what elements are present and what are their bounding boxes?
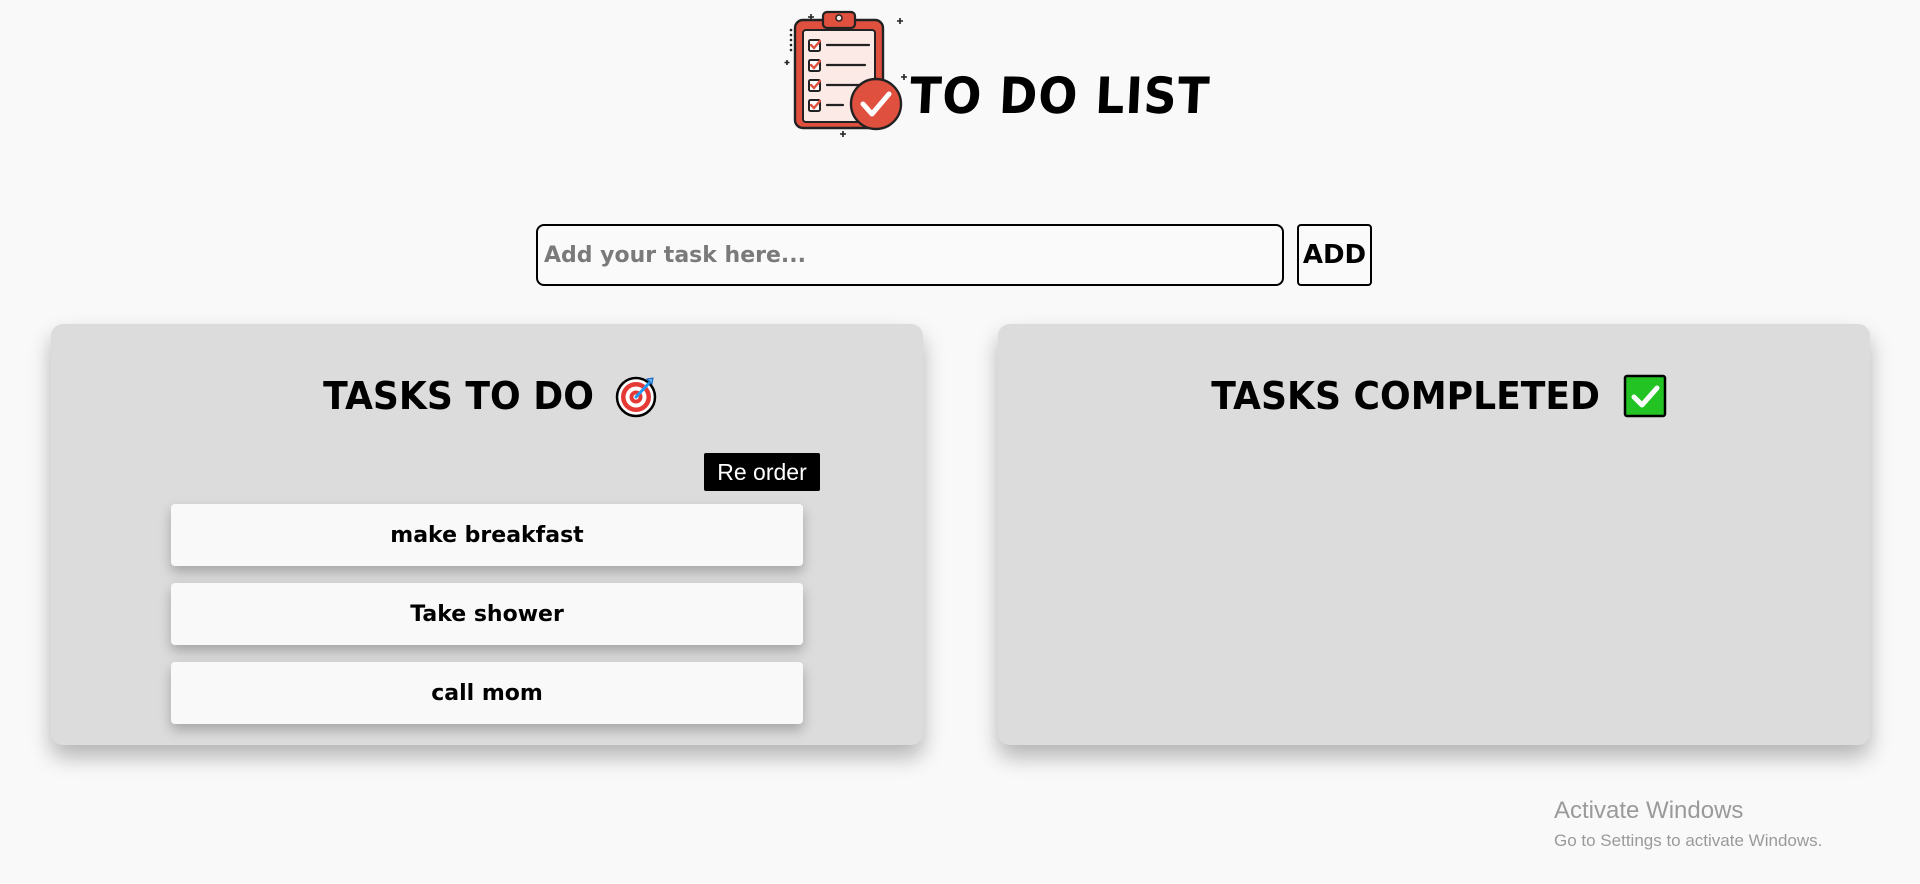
direct-hit-target-icon (615, 376, 656, 417)
task-item[interactable]: call mom (171, 662, 803, 724)
task-item[interactable]: make breakfast (171, 504, 803, 566)
add-task-button[interactable]: ADD (1297, 224, 1372, 286)
app-header: TO DO LIST (783, 8, 1211, 138)
app-title: TO DO LIST (908, 67, 1212, 125)
tasks-to-do-panel: TASKS TO DO Re order make breakfast Take… (51, 324, 923, 745)
reorder-button[interactable]: Re order (704, 453, 820, 491)
clipboard-checklist-logo-icon (784, 10, 907, 137)
tasks-completed-title: TASKS COMPLETED (1211, 373, 1601, 418)
watermark-subtitle: Go to Settings to activate Windows. (1554, 831, 1823, 850)
todo-app: TO DO LIST ADD TASKS TO DO Re order make… (0, 0, 1920, 884)
tasks-to-do-title: TASKS TO DO (323, 373, 595, 418)
windows-activation-watermark: Activate Windows Go to Settings to activ… (1554, 796, 1822, 852)
watermark-title: Activate Windows (1554, 797, 1744, 824)
tasks-completed-panel: TASKS COMPLETED (998, 324, 1870, 745)
todo-task-list: make breakfast Take shower call mom (171, 504, 803, 741)
tasks-to-do-heading: TASKS TO DO (51, 370, 923, 419)
check-mark-button-icon (1623, 374, 1666, 417)
tasks-completed-heading: TASKS COMPLETED (998, 370, 1870, 419)
task-item[interactable]: Take shower (171, 583, 803, 645)
task-input[interactable] (536, 224, 1284, 286)
